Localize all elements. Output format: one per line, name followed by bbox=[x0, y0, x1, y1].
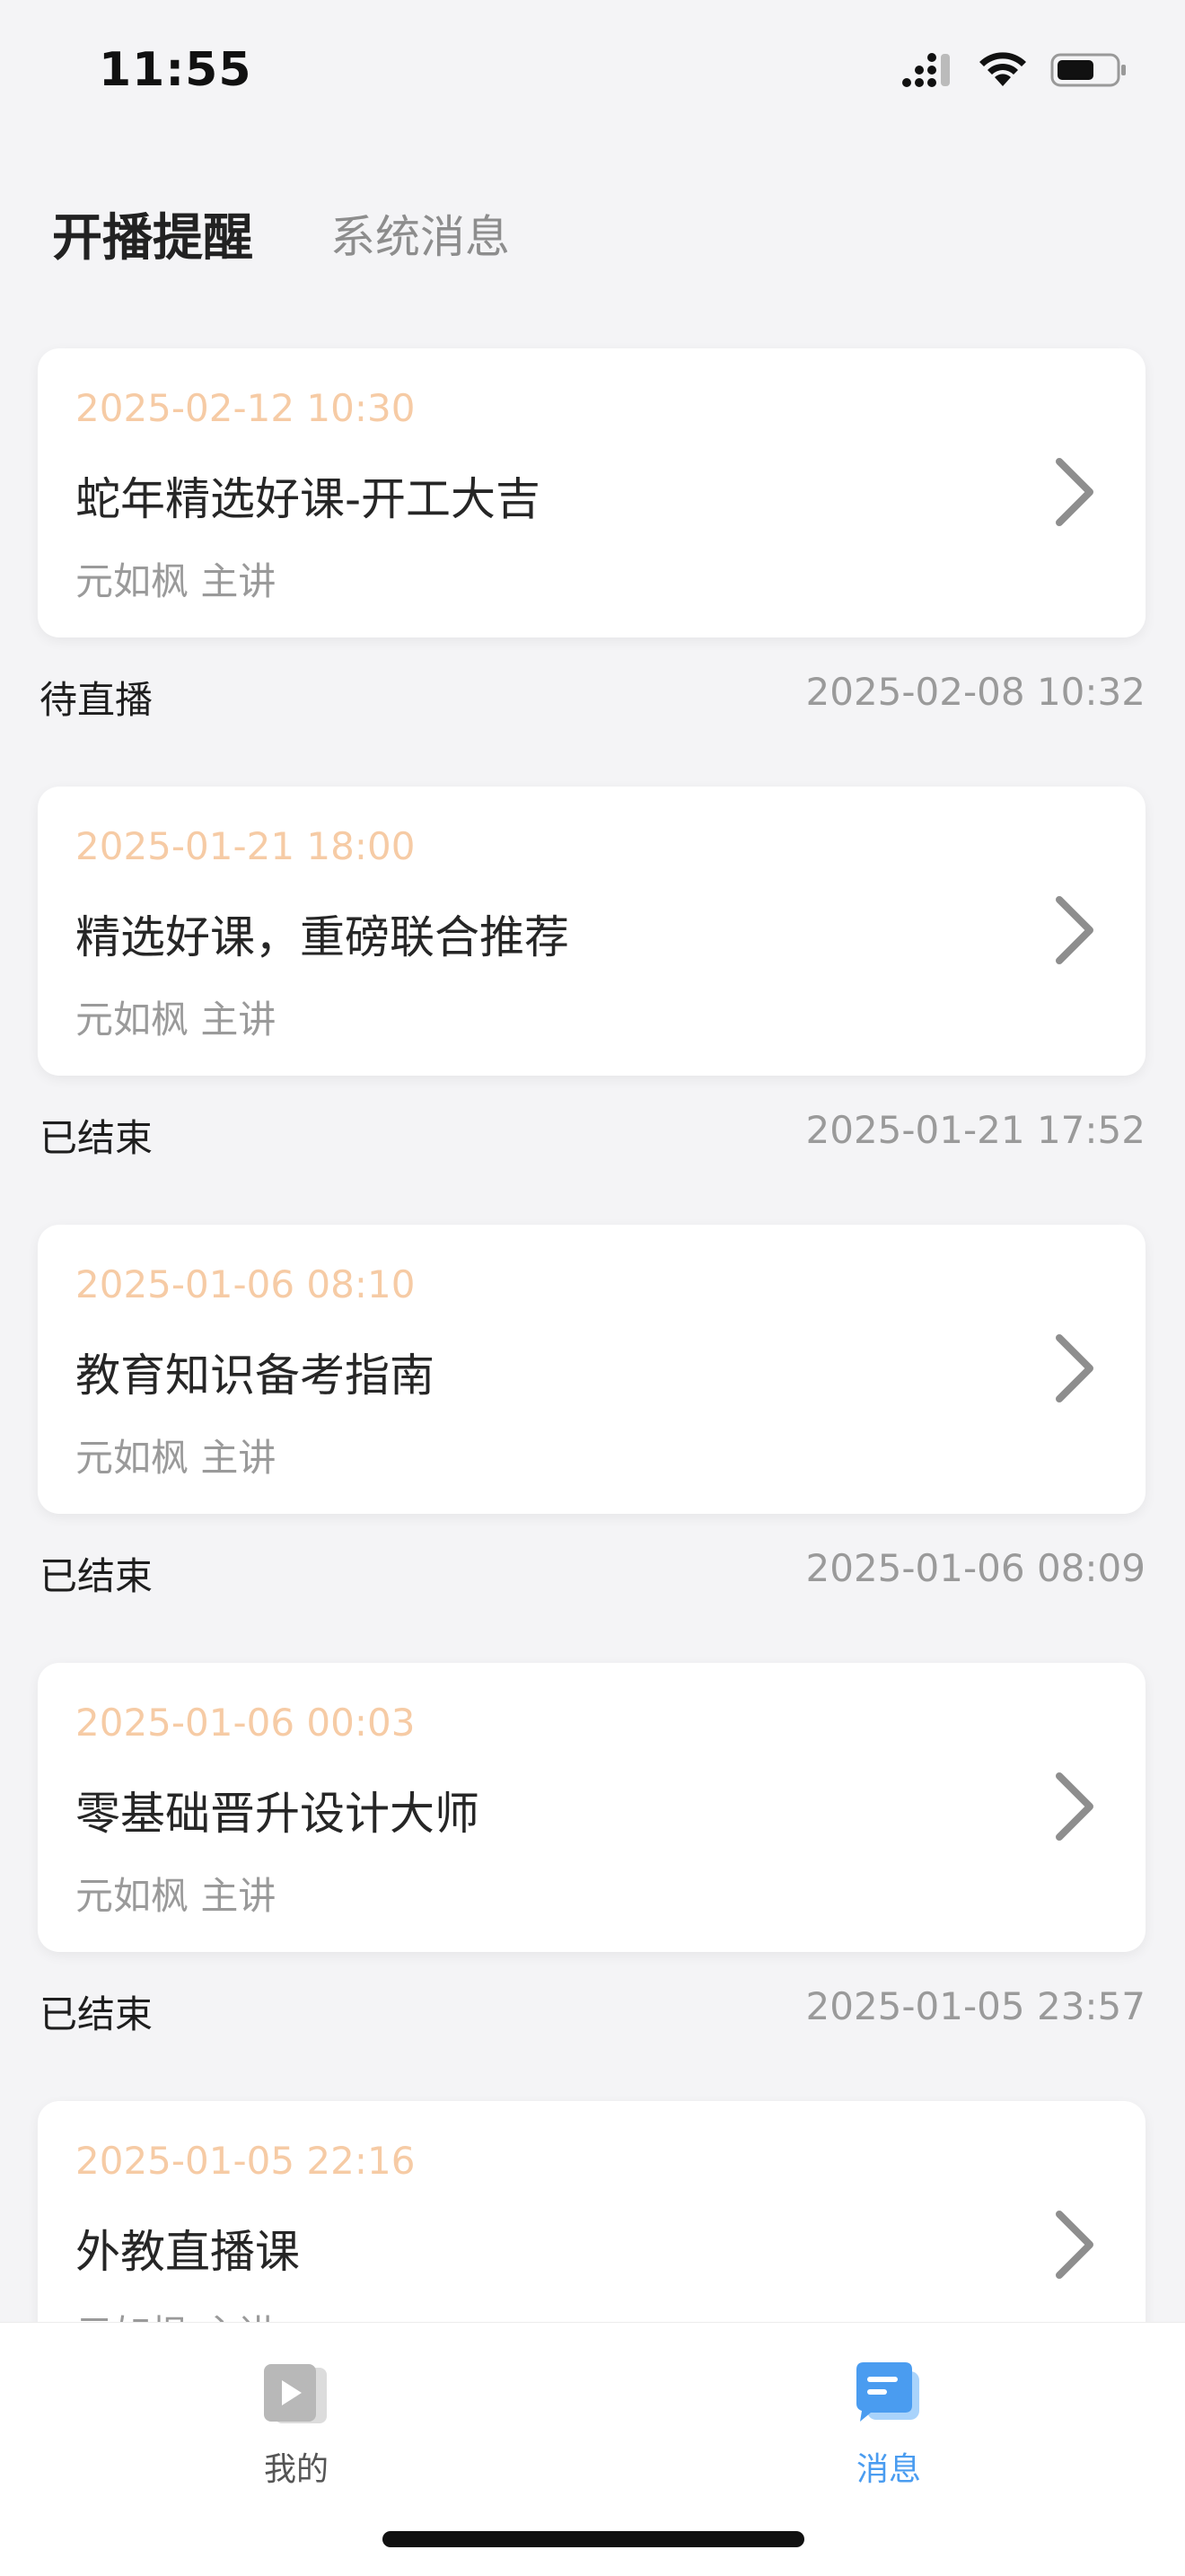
course-title: 零基础晋升设计大师 bbox=[75, 1788, 479, 1840]
chevron-right-icon bbox=[1056, 1334, 1093, 1402]
tab-system-messages[interactable]: 系统消息 bbox=[330, 201, 510, 266]
list-item: 2025-01-06 00:03 零基础晋升设计大师 元如枫 主讲 已结束 20… bbox=[0, 1663, 1185, 2101]
start-time: 2025-02-12 10:30 bbox=[75, 386, 416, 430]
start-time: 2025-01-05 22:16 bbox=[75, 2139, 416, 2183]
status-time: 11:55 bbox=[99, 43, 252, 97]
status-bar: 11:55 bbox=[0, 0, 1185, 144]
chevron-right-icon bbox=[1056, 896, 1093, 964]
live-status: 已结束 bbox=[40, 1554, 154, 1598]
live-status: 待直播 bbox=[40, 678, 154, 722]
reminder-card[interactable]: 2025-01-06 00:03 零基础晋升设计大师 元如枫 主讲 bbox=[38, 1663, 1146, 1952]
reminder-card[interactable]: 2025-01-06 08:10 教育知识备考指南 元如枫 主讲 bbox=[38, 1225, 1146, 1514]
list-item: 2025-01-06 08:10 教育知识备考指南 元如枫 主讲 已结束 202… bbox=[0, 1225, 1185, 1663]
chevron-right-icon bbox=[1056, 458, 1093, 526]
live-status: 已结束 bbox=[40, 1116, 154, 1160]
tab-mine-label: 我的 bbox=[263, 2451, 329, 2488]
course-title: 精选好课，重磅联合推荐 bbox=[75, 911, 569, 963]
battery-icon bbox=[1050, 53, 1126, 87]
start-time: 2025-01-06 00:03 bbox=[75, 1701, 416, 1745]
course-title: 蛇年精选好课-开工大吉 bbox=[75, 473, 541, 525]
reminder-card[interactable]: 2025-02-12 10:30 蛇年精选好课-开工大吉 元如枫 主讲 bbox=[38, 348, 1146, 637]
created-time: 2025-02-08 10:32 bbox=[805, 670, 1146, 714]
wifi-icon bbox=[979, 52, 1026, 86]
created-time: 2025-01-21 17:52 bbox=[805, 1108, 1146, 1152]
start-time: 2025-01-06 08:10 bbox=[75, 1262, 416, 1306]
reminder-card[interactable]: 2025-01-21 18:00 精选好课，重磅联合推荐 元如枫 主讲 bbox=[38, 787, 1146, 1076]
chevron-right-icon bbox=[1056, 2211, 1093, 2279]
reminder-list: 2025-02-12 10:30 蛇年精选好课-开工大吉 元如枫 主讲 待直播 … bbox=[0, 348, 1185, 2539]
cellular-signal-icon bbox=[902, 53, 950, 87]
live-status: 已结束 bbox=[40, 1992, 154, 2036]
created-time: 2025-01-06 08:09 bbox=[805, 1546, 1146, 1590]
list-item: 2025-01-21 18:00 精选好课，重磅联合推荐 元如枫 主讲 已结束 … bbox=[0, 787, 1185, 1225]
header-tabs: 开播提醒 系统消息 bbox=[0, 189, 1185, 278]
chevron-right-icon bbox=[1056, 1772, 1093, 1841]
speaker: 元如枫 主讲 bbox=[75, 1874, 276, 1918]
bottom-tab-bar: 我的 消息 bbox=[0, 2322, 1185, 2576]
message-icon bbox=[856, 2362, 919, 2422]
created-time: 2025-01-05 23:57 bbox=[805, 1984, 1146, 2028]
speaker: 元如枫 主讲 bbox=[75, 559, 276, 603]
list-item: 2025-02-12 10:30 蛇年精选好课-开工大吉 元如枫 主讲 待直播 … bbox=[0, 348, 1185, 787]
play-video-icon bbox=[264, 2364, 327, 2423]
tab-mine[interactable]: 我的 bbox=[180, 2343, 413, 2504]
home-indicator bbox=[382, 2531, 804, 2547]
speaker: 元如枫 主讲 bbox=[75, 1436, 276, 1480]
start-time: 2025-01-21 18:00 bbox=[75, 824, 416, 868]
course-title: 外教直播课 bbox=[75, 2226, 300, 2278]
status-icons bbox=[901, 50, 1128, 90]
speaker: 元如枫 主讲 bbox=[75, 998, 276, 1042]
tab-live-reminder[interactable]: 开播提醒 bbox=[52, 198, 253, 270]
tab-messages-label: 消息 bbox=[856, 2451, 921, 2488]
course-title: 教育知识备考指南 bbox=[75, 1350, 434, 1402]
tab-messages[interactable]: 消息 bbox=[772, 2343, 1005, 2504]
